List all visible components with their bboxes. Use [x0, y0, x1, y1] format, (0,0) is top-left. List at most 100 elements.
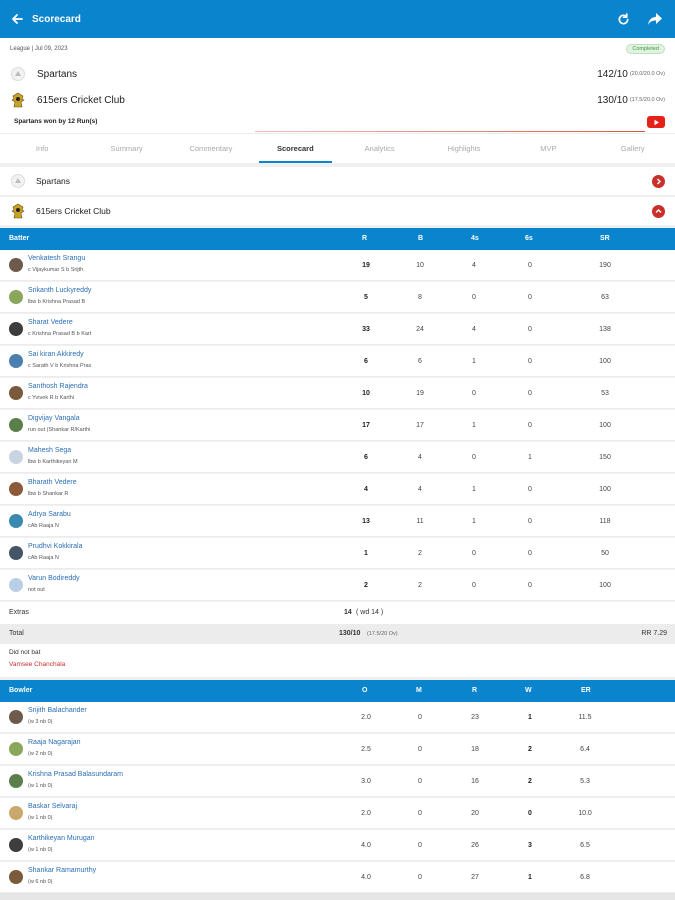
innings-tile-team1[interactable]: Spartans: [0, 167, 675, 195]
match-result: Spartans won by 12 Run(s): [14, 118, 98, 125]
stat-b: 11: [416, 518, 424, 525]
bowler-name[interactable]: Shankar Ramamurthy: [28, 867, 96, 874]
stat-b: 24: [416, 326, 424, 333]
bowler-row[interactable]: Shankar Ramamurthy (w 6 nb 0) 4.0 0 27 1 6.8: [0, 862, 675, 893]
tab-scorecard[interactable]: Scorecard: [253, 134, 337, 163]
stat-w: 0: [528, 810, 532, 817]
batter-row[interactable]: Varun Bodireddy not out 2 2 0 0 100: [0, 570, 675, 601]
tab-bar: Info Summary Commentary Scorecard Analyt…: [0, 133, 675, 163]
bowler-name[interactable]: Raaja Nagarajan: [28, 739, 81, 746]
player-avatar: [9, 258, 23, 272]
batter-name[interactable]: Varun Bodireddy: [28, 575, 80, 582]
dismissal-text: c Krishna Prasad B b Kart: [28, 331, 92, 337]
tab-info[interactable]: Info: [0, 134, 84, 163]
stat-o: 4.0: [361, 842, 371, 849]
stat-m: 0: [418, 842, 422, 849]
batter-row[interactable]: Sai kiran Akkiredy c Sarath V b Krishna P…: [0, 346, 675, 377]
dnb-players[interactable]: Vamsee Chanchala: [9, 661, 65, 668]
tab-summary[interactable]: Summary: [84, 134, 168, 163]
dismissal-text: lbw b Shankar R: [28, 491, 69, 497]
batter-row[interactable]: Prudhvi Kokkirala cAb Raaja N 1 2 0 0 50: [0, 538, 675, 569]
tab-commentary[interactable]: Commentary: [169, 134, 253, 163]
stat-er: 10.0: [578, 810, 592, 817]
tab-highlights[interactable]: Highlights: [422, 134, 506, 163]
tab-gallery[interactable]: Gallery: [591, 134, 675, 163]
dismissal-text: cAb Raaja N: [28, 523, 59, 529]
stat-m: 0: [418, 778, 422, 785]
batter-name[interactable]: Bharath Vedere: [28, 479, 77, 486]
dnb-label: Did not bat: [9, 649, 41, 656]
batter-row[interactable]: Bharath Vedere lbw b Shankar R 4 4 1 0 100: [0, 474, 675, 505]
col-maidens: M: [416, 687, 422, 694]
chevron-right-icon[interactable]: [652, 174, 665, 188]
batter-row[interactable]: Adrya Sarabu cAb Raaja N 13 11 1 0 118: [0, 506, 675, 537]
batter-name[interactable]: Sai kiran Akkiredy: [28, 351, 84, 358]
did-not-bat-row: Did not bat Vamsee Chanchala: [0, 644, 675, 677]
batter-name[interactable]: Santhosh Rajendra: [28, 383, 88, 390]
bowler-row[interactable]: Karthikeyan Murugan (w 1 nb 0) 4.0 0 26 3 6.5: [0, 830, 675, 861]
bowler-extras: (w 6 nb 0): [28, 879, 53, 885]
stat-sr: 190: [599, 262, 611, 269]
dismissal-text: not out: [28, 587, 45, 593]
bowler-extras: (w 1 nb 0): [28, 847, 53, 853]
batter-row[interactable]: Santhosh Rajendra c Yvivek R b Karthi 10 19…: [0, 378, 675, 409]
bowler-name[interactable]: Krishna Prasad Balasundaram: [28, 771, 123, 778]
stat-b: 6: [418, 358, 422, 365]
bowler-row[interactable]: Baskar Selvaraj (w 1 nb 0) 2.0 0 20 0 10.0: [0, 798, 675, 829]
tab-mvp[interactable]: MVP: [506, 134, 590, 163]
bowler-row[interactable]: Srijith Balachander (w 3 nb 0) 2.0 0 23 1 11.5: [0, 702, 675, 733]
stat-b: 4: [418, 454, 422, 461]
share-icon[interactable]: [639, 0, 671, 38]
team1-overs: (20.0/20.0 Ov): [629, 71, 665, 77]
stat-er: 6.4: [580, 746, 590, 753]
stat-r: 16: [471, 778, 479, 785]
stat-r: 10: [362, 390, 370, 397]
player-avatar: [9, 710, 23, 724]
bowler-name[interactable]: Srijith Balachander: [28, 707, 87, 714]
batter-row[interactable]: Sharat Vedere c Krishna Prasad B b Kart 33…: [0, 314, 675, 345]
batter-row[interactable]: Digvijay Vangala run out (Shankar R/Karth…: [0, 410, 675, 441]
batter-row[interactable]: Srikanth Luckyreddy lbw b Krishna Prasad …: [0, 282, 675, 313]
stat-w: 2: [528, 778, 532, 785]
bowler-name[interactable]: Baskar Selvaraj: [28, 803, 77, 810]
tab-analytics[interactable]: Analytics: [338, 134, 422, 163]
player-avatar: [9, 418, 23, 432]
refresh-icon[interactable]: [607, 0, 639, 38]
back-arrow-icon[interactable]: [2, 0, 32, 38]
stat-sixes: 0: [528, 294, 532, 301]
stat-w: 2: [528, 746, 532, 753]
batter-name[interactable]: Sharat Vedere: [28, 319, 73, 326]
stat-m: 0: [418, 810, 422, 817]
stat-r: 23: [471, 714, 479, 721]
batter-row[interactable]: Mahesh Sega lbw b Karthikeyan M 6 4 0 1 150: [0, 442, 675, 473]
stat-r: 33: [362, 326, 370, 333]
batter-name[interactable]: Adrya Sarabu: [28, 511, 71, 518]
stat-sixes: 1: [528, 454, 532, 461]
innings-tile-team2[interactable]: 615ers Cricket Club: [0, 197, 675, 225]
stat-sixes: 0: [528, 486, 532, 493]
stat-b: 19: [416, 390, 424, 397]
stat-w: 1: [528, 874, 532, 881]
youtube-icon[interactable]: [647, 116, 665, 128]
bowler-row[interactable]: Raaja Nagarajan (w 2 nb 0) 2.5 0 18 2 6.4: [0, 734, 675, 765]
bowler-name[interactable]: Karthikeyan Murugan: [28, 835, 95, 842]
stat-r: 26: [471, 842, 479, 849]
chevron-up-icon[interactable]: [652, 204, 665, 218]
batter-name[interactable]: Mahesh Sega: [28, 447, 71, 454]
stat-fours: 1: [472, 358, 476, 365]
innings-team-name: Spartans: [36, 176, 71, 186]
stat-sixes: 0: [528, 582, 532, 589]
col-batter: Batter: [9, 235, 30, 242]
batter-name[interactable]: Srikanth Luckyreddy: [28, 287, 91, 294]
batter-row[interactable]: Venkatesh Srangu c Vijaykumar S b Srijth 1…: [0, 250, 675, 281]
stat-o: 2.0: [361, 810, 371, 817]
batter-name[interactable]: Venkatesh Srangu: [28, 255, 85, 262]
bowler-row[interactable]: Krishna Prasad Balasundaram (w 1 nb 0) 3.0…: [0, 766, 675, 797]
stat-sixes: 0: [528, 518, 532, 525]
bowler-extras: (w 1 nb 0): [28, 815, 53, 821]
batter-name[interactable]: Digvijay Vangala: [28, 415, 80, 422]
stat-w: 1: [528, 714, 532, 721]
stat-fours: 4: [472, 326, 476, 333]
batter-name[interactable]: Prudhvi Kokkirala: [28, 543, 82, 550]
stat-r: 13: [362, 518, 370, 525]
